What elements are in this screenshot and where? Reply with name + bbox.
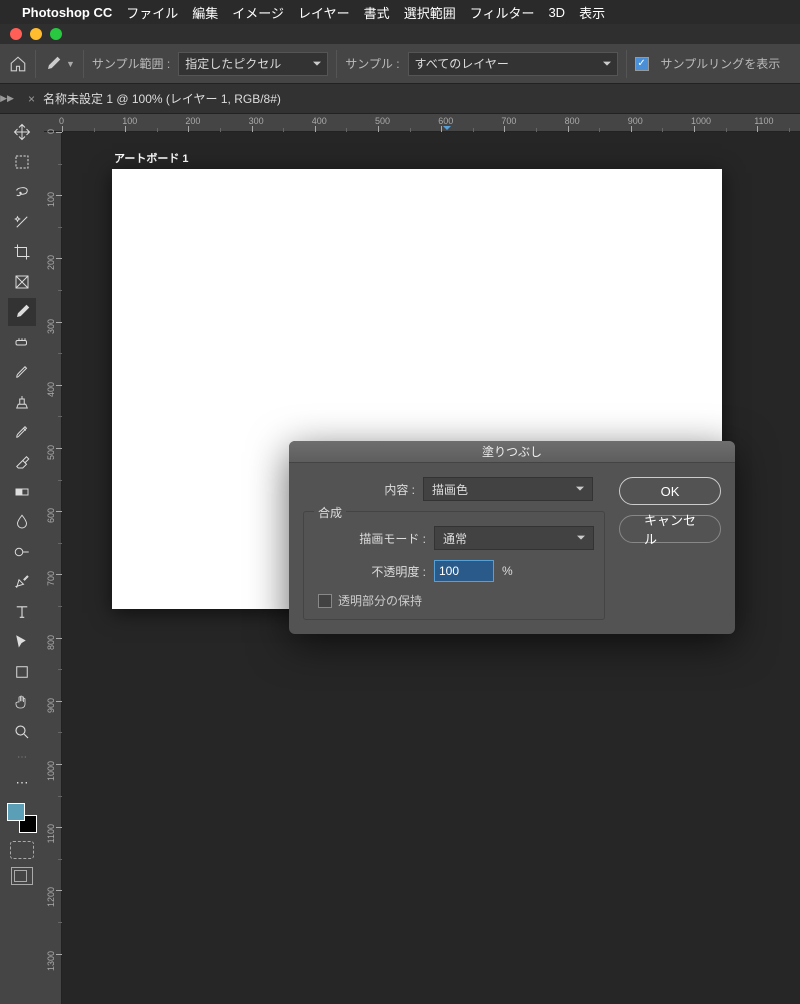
hand-tool[interactable] [8,688,36,716]
minimize-window-button[interactable] [30,28,42,40]
artboard-label[interactable]: アートボード 1 [114,150,189,166]
home-button[interactable] [8,50,36,78]
app-name[interactable]: Photoshop CC [22,5,112,20]
sample-select[interactable]: すべてのレイヤー [408,52,618,76]
fill-dialog: 塗りつぶし 内容 : 描画色 合成 描画モード : 通常 不透明度 : % [289,441,735,634]
eyedropper-tool[interactable] [8,298,36,326]
opacity-label: 不透明度 : [314,563,434,580]
menu-file[interactable]: ファイル [126,3,178,22]
zoom-tool[interactable] [8,718,36,746]
macos-menubar: Photoshop CC ファイル 編集 イメージ レイヤー 書式 選択範囲 フ… [0,0,800,24]
dialog-title: 塗りつぶし [289,441,735,463]
sample-label: サンプル : [345,55,399,72]
sampling-ring-checkbox[interactable]: ✓ [635,57,649,71]
history-brush-tool[interactable] [8,418,36,446]
menu-view[interactable]: 表示 [579,3,605,22]
quick-mask-button[interactable] [10,841,34,859]
edit-toolbar-button[interactable]: ⋯ [8,769,36,797]
expand-panel-button[interactable]: ▶▶ [0,84,14,114]
menu-format[interactable]: 書式 [364,3,390,22]
horizontal-ruler[interactable]: 010020030040050060070080090010001100 [44,114,800,132]
menu-select[interactable]: 選択範囲 [404,3,456,22]
close-window-button[interactable] [10,28,22,40]
menu-edit[interactable]: 編集 [192,3,218,22]
separator [626,50,627,78]
eyedropper-option-icon[interactable]: ▼ [44,55,75,73]
preserve-transparency-label: 透明部分の保持 [338,592,422,609]
crop-tool[interactable] [8,238,36,266]
percent-label: % [502,564,513,578]
sample-range-label: サンプル範囲 : [92,55,170,72]
move-tool[interactable] [8,118,36,146]
maximize-window-button[interactable] [50,28,62,40]
chevron-down-icon: ▼ [66,59,75,69]
menu-layer[interactable]: レイヤー [298,3,350,22]
clone-stamp-tool[interactable] [8,388,36,416]
blur-tool[interactable] [8,508,36,536]
window-titlebar [0,24,800,44]
screen-mode-button[interactable] [11,867,33,885]
shape-tool[interactable] [8,658,36,686]
eraser-tool[interactable] [8,448,36,476]
color-swatches[interactable] [7,803,37,833]
dodge-tool[interactable] [8,538,36,566]
toolbar-divider: ⋯ [17,752,27,763]
lasso-tool[interactable] [8,178,36,206]
ok-button[interactable]: OK [619,477,721,505]
sample-range-select[interactable]: 指定したピクセル [178,52,328,76]
vertical-ruler[interactable]: 0100200300400500600700800900100011001200… [44,132,62,1004]
blend-fieldset: 合成 描画モード : 通常 不透明度 : % 透明部分の保持 [303,511,605,620]
path-selection-tool[interactable] [8,628,36,656]
healing-brush-tool[interactable] [8,328,36,356]
menu-3d[interactable]: 3D [548,5,565,20]
close-tab-icon[interactable]: × [28,92,35,106]
mode-select[interactable]: 通常 [434,526,594,550]
options-bar: ▼ サンプル範囲 : 指定したピクセル サンプル : すべてのレイヤー ✓ サン… [0,44,800,84]
home-icon [9,55,27,73]
pen-tool[interactable] [8,568,36,596]
preserve-transparency-checkbox[interactable] [318,594,332,608]
opacity-input[interactable] [434,560,494,582]
content-label: 内容 : [303,481,423,498]
marquee-tool[interactable] [8,148,36,176]
blend-legend: 合成 [314,504,346,521]
document-tab-bar: ▶▶ × 名称未設定 1 @ 100% (レイヤー 1, RGB/8#) [0,84,800,114]
mode-label: 描画モード : [314,530,434,547]
eyedropper-icon [44,55,62,73]
content-select[interactable]: 描画色 [423,477,593,501]
brush-tool[interactable] [8,358,36,386]
tab-title: 名称未設定 1 @ 100% (レイヤー 1, RGB/8#) [43,90,281,107]
separator [83,50,84,78]
type-tool[interactable] [8,598,36,626]
menu-image[interactable]: イメージ [232,3,284,22]
document-tab[interactable]: × 名称未設定 1 @ 100% (レイヤー 1, RGB/8#) [14,84,295,114]
magic-wand-tool[interactable] [8,208,36,236]
sampling-ring-label: サンプルリングを表示 [661,55,781,72]
menu-filter[interactable]: フィルター [470,3,535,22]
separator [336,50,337,78]
foreground-color[interactable] [7,803,25,821]
cancel-button[interactable]: キャンセル [619,515,721,543]
frame-tool[interactable] [8,268,36,296]
gradient-tool[interactable] [8,478,36,506]
tool-palette: ⋯ ⋯ [0,114,44,1004]
